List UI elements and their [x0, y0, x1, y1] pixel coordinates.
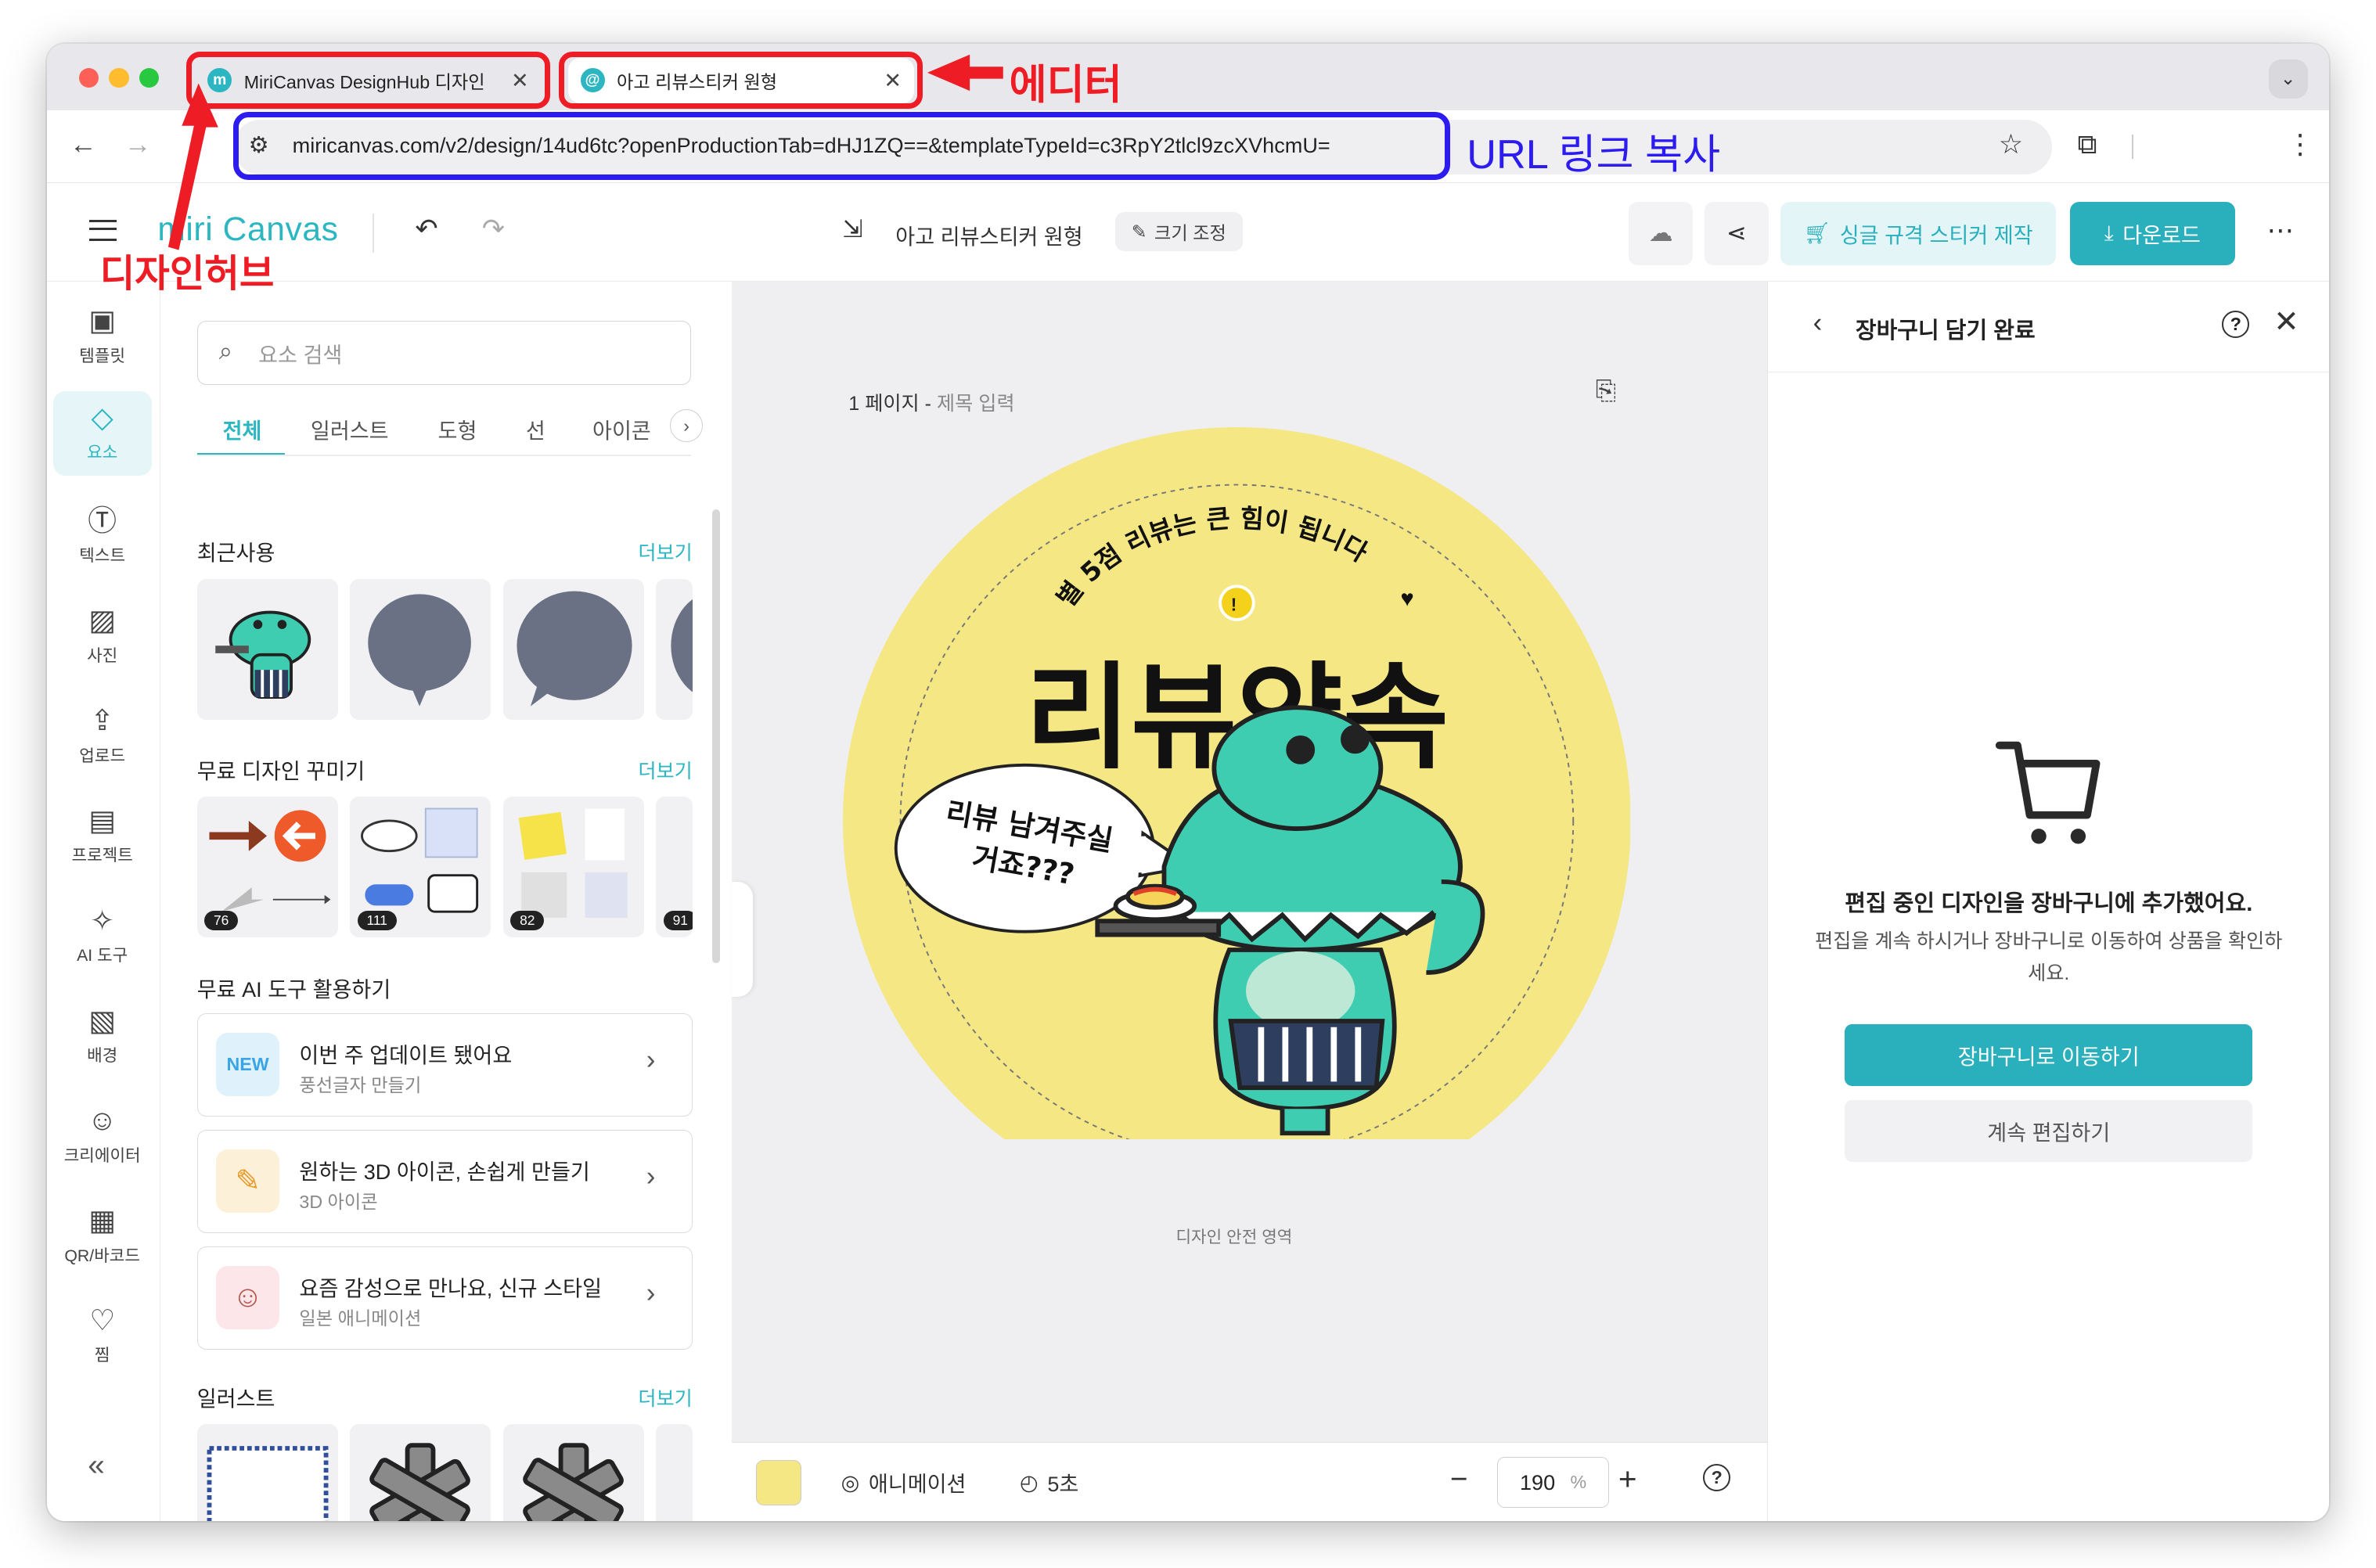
annotation-url-copy: URL 링크 복사 [1467, 131, 1721, 178]
arrow-to-designhub-tab [167, 83, 218, 250]
annotation-designhub: 디자인허브 [99, 252, 275, 295]
arrow-to-editor-tab [927, 54, 1003, 92]
annotation-editor: 에디터 [1009, 62, 1122, 108]
annotation-arrows [167, 54, 1003, 250]
